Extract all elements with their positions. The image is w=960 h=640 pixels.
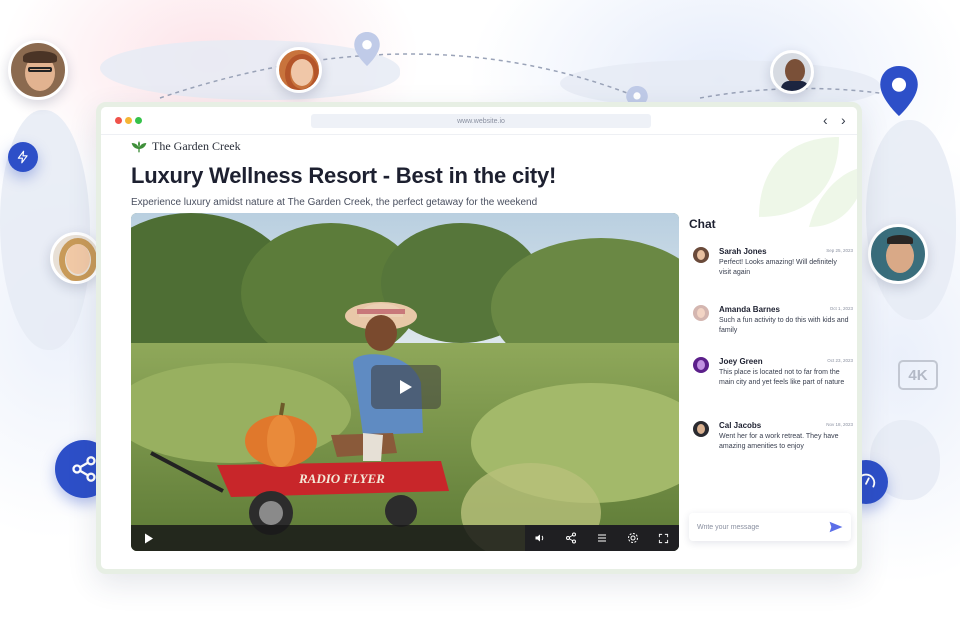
brand-name: The Garden Creek [152, 139, 241, 153]
floating-avatar [770, 50, 814, 94]
floating-avatar [868, 224, 928, 284]
maximize-dot[interactable] [135, 117, 142, 124]
volume-button[interactable] [532, 530, 548, 546]
sprout-icon [131, 140, 147, 152]
4k-badge: 4K [898, 360, 938, 390]
chat-panel: Chat Sarah Jones Sep 25, 2023 Perfect! L… [689, 213, 857, 553]
send-icon[interactable] [829, 521, 843, 533]
svg-text:RADIO FLYER: RADIO FLYER [298, 471, 385, 486]
page-subtitle: Experience luxury amidst nature at The G… [131, 197, 538, 208]
lightning-icon [17, 150, 28, 164]
message-author: Sarah Jones [719, 247, 767, 256]
message-input[interactable] [697, 520, 817, 534]
share-icon [72, 456, 96, 482]
video-controls [131, 525, 679, 551]
address-bar[interactable]: www.website.io [311, 114, 651, 128]
message-text: Such a fun activity to do this with kids… [719, 317, 849, 334]
volume-icon [535, 534, 544, 542]
chat-title: Chat [689, 217, 716, 231]
map-pin-icon [354, 32, 380, 66]
chat-message: Amanda Barnes Oct 1, 2023 Such a fun act… [693, 305, 853, 353]
play-icon [145, 533, 153, 543]
message-text: Perfect! Looks amazing! Will definitely … [719, 259, 837, 276]
message-date: Sep 25, 2023 [826, 248, 853, 253]
browser-window: www.website.io ‹ › The Garden Creek Luxu… [96, 102, 862, 574]
chat-message: Joey Green Oct 23, 2023 This place is lo… [693, 357, 853, 417]
avatar [693, 247, 709, 263]
message-text: This place is located not to far from th… [719, 369, 845, 386]
chat-message: Cal Jacobs Nov 18, 2023 Went her for a w… [693, 421, 853, 469]
play-button[interactable] [141, 530, 157, 546]
floating-avatar [8, 40, 68, 100]
browser-titlebar: www.website.io ‹ › [101, 107, 857, 135]
brand-logo[interactable]: The Garden Creek [131, 139, 241, 154]
floating-avatar [276, 47, 322, 93]
playlist-icon [597, 534, 606, 542]
minimize-dot[interactable] [125, 117, 132, 124]
share-video-button[interactable] [563, 530, 579, 546]
fullscreen-icon [658, 533, 669, 543]
control-group [525, 525, 679, 551]
message-date: Nov 18, 2023 [826, 422, 853, 427]
message-date: Oct 23, 2023 [827, 358, 853, 363]
page-title: Luxury Wellness Resort - Best in the cit… [131, 163, 557, 188]
floating-avatar [50, 232, 102, 284]
message-composer [689, 513, 851, 541]
avatar [693, 357, 709, 373]
message-author: Amanda Barnes [719, 305, 780, 314]
play-overlay-button[interactable] [371, 365, 441, 409]
avatar [693, 305, 709, 321]
lightning-button[interactable] [8, 142, 38, 172]
back-button[interactable]: ‹ [823, 112, 828, 128]
fullscreen-button[interactable] [656, 530, 672, 546]
settings-button[interactable] [625, 530, 641, 546]
map-pin-icon [880, 66, 918, 116]
forward-button[interactable]: › [841, 112, 846, 128]
message-text: Went her for a work retreat. They have a… [719, 433, 839, 450]
video-player[interactable]: RADIO FLYER [131, 213, 679, 551]
message-author: Joey Green [719, 357, 763, 366]
chat-message: Sarah Jones Sep 25, 2023 Perfect! Looks … [693, 247, 853, 295]
play-icon [400, 380, 412, 394]
message-date: Oct 1, 2023 [829, 306, 853, 311]
avatar [693, 421, 709, 437]
settings-icon [627, 533, 638, 543]
message-author: Cal Jacobs [719, 421, 762, 430]
share-icon [566, 532, 577, 544]
playlist-button[interactable] [594, 530, 610, 546]
close-dot[interactable] [115, 117, 122, 124]
